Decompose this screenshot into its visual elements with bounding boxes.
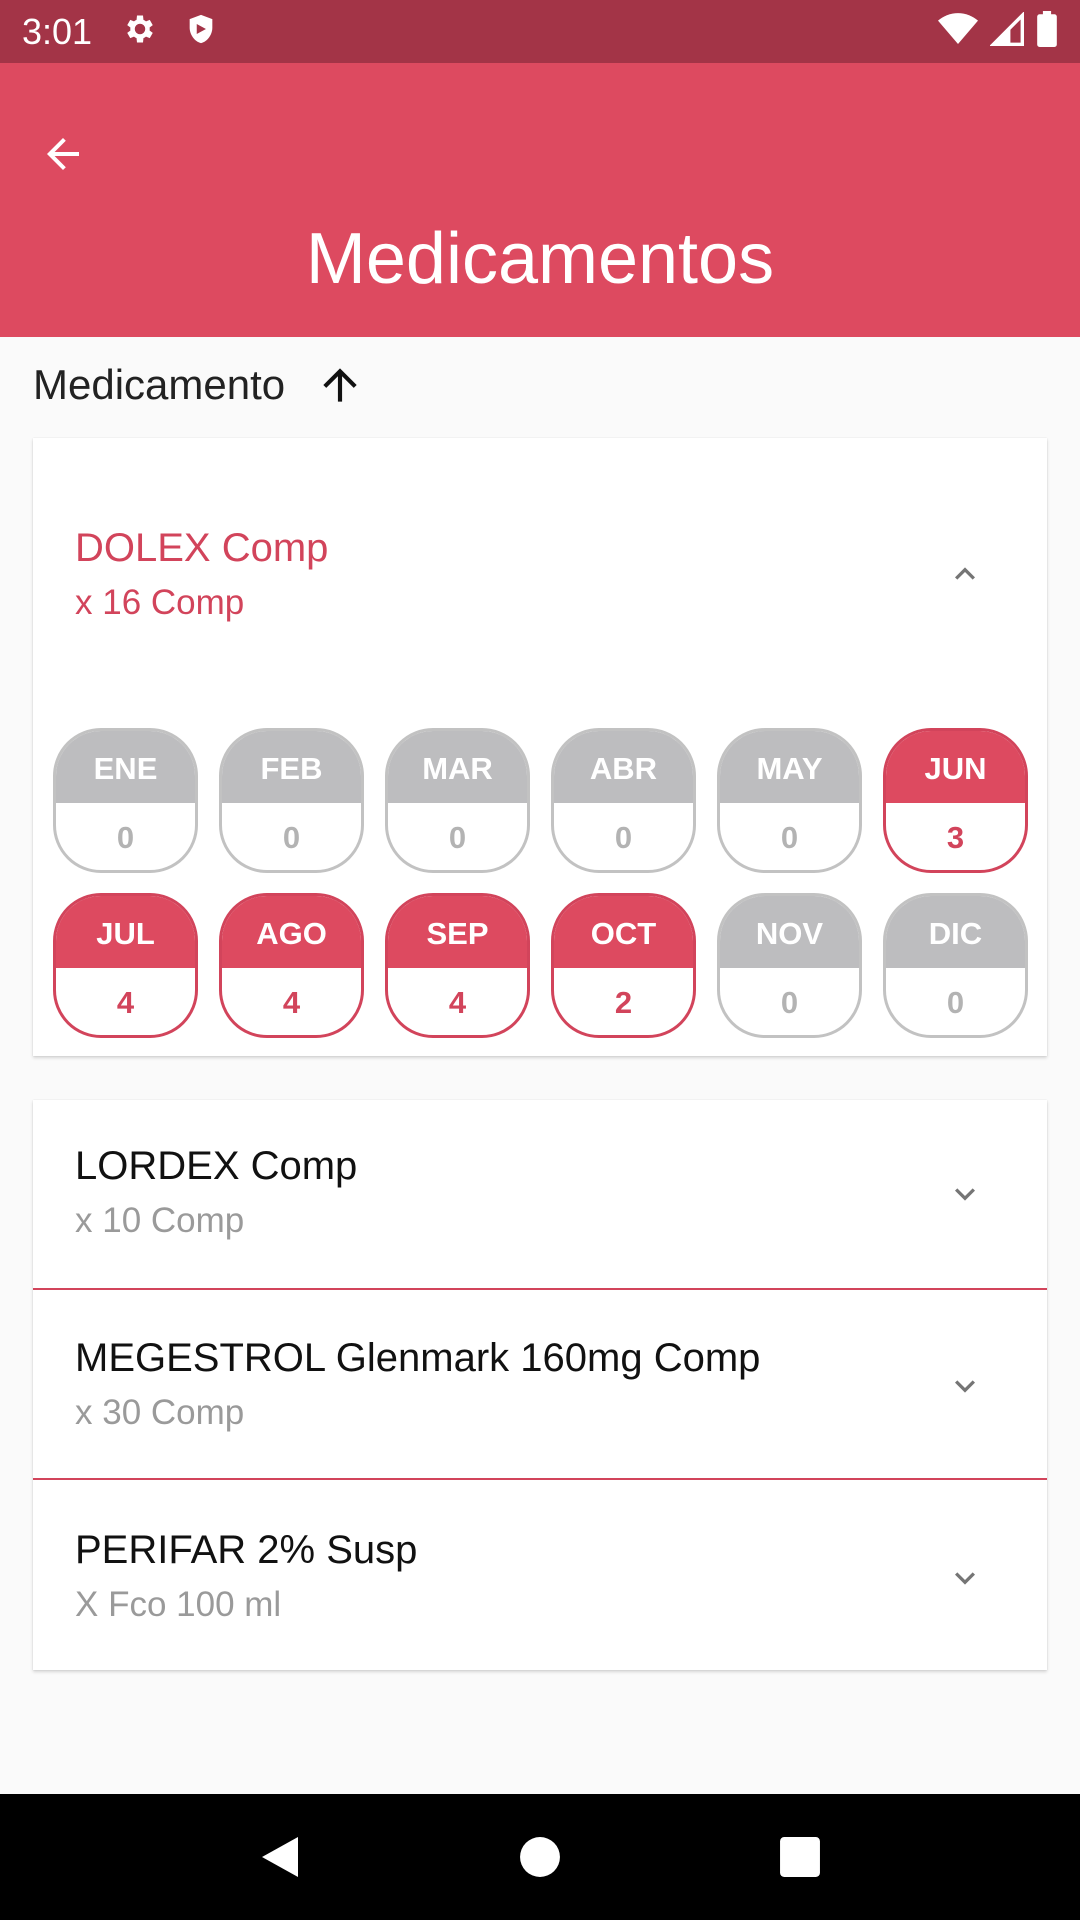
month-value: 0 [780, 985, 799, 1020]
nav-home-icon[interactable] [500, 1817, 580, 1897]
back-button[interactable] [30, 123, 96, 189]
month-jul: JUL 4 [53, 893, 198, 1038]
medication-name: MEGESTROL Glenmark 160mg Comp [75, 1336, 761, 1380]
shield-icon [184, 11, 218, 52]
chevron-up-icon[interactable] [943, 552, 987, 596]
wifi-icon [938, 12, 978, 51]
month-value: 0 [116, 820, 135, 855]
medication-name: LORDEX Comp [75, 1144, 358, 1188]
chevron-down-icon[interactable] [943, 1556, 987, 1600]
month-value: 4 [116, 985, 135, 1020]
chevron-down-icon[interactable] [943, 1172, 987, 1216]
month-value: 4 [448, 985, 467, 1020]
month-label: ENE [56, 731, 195, 803]
month-jun: JUN 3 [883, 728, 1028, 873]
month-label: SEP [388, 896, 527, 968]
month-value: 0 [448, 820, 467, 855]
medication-header: LORDEX Comp x 10 Comp [75, 1144, 987, 1241]
medication-header[interactable]: DOLEX Comp x 16 Comp [75, 526, 987, 623]
month-grid: ENE 0 FEB 0 MAR 0 ABR 0 MAY 0 JUN 3 JUL 4 AGO 4 … [53, 728, 1033, 1038]
app-bar: Medicamentos [0, 63, 1080, 337]
screen: 3:01 Medicamentos Medicamento DOLEX Comp… [0, 0, 1080, 1920]
medication-quantity: x 10 Comp [75, 1201, 245, 1240]
medication-row-perifar[interactable]: PERIFAR 2% Susp X Fco 100 ml [33, 1480, 1047, 1670]
month-feb: FEB 0 [219, 728, 364, 873]
nav-recents-icon[interactable] [760, 1817, 840, 1897]
status-right-icons [938, 11, 1058, 52]
month-label: AGO [222, 896, 361, 968]
month-label: JUL [56, 896, 195, 968]
month-value: 4 [282, 985, 301, 1020]
signal-icon [989, 11, 1024, 51]
month-abr: ABR 0 [551, 728, 696, 873]
month-value: 3 [946, 820, 965, 855]
month-label: OCT [554, 896, 693, 968]
navigation-bar [0, 1794, 1080, 1920]
medication-quantity: x 30 Comp [75, 1393, 245, 1432]
status-left-icons [122, 11, 218, 52]
arrow-left-icon [39, 130, 87, 183]
chevron-down-icon[interactable] [943, 1364, 987, 1408]
month-label: DIC [886, 896, 1025, 968]
month-sep: SEP 4 [385, 893, 530, 1038]
arrow-up-icon[interactable] [315, 360, 365, 410]
page-title: Medicamentos [305, 219, 775, 299]
month-dic: DIC 0 [883, 893, 1028, 1038]
month-ene: ENE 0 [53, 728, 198, 873]
month-value: 0 [614, 820, 633, 855]
status-bar: 3:01 [0, 0, 1080, 63]
month-label: NOV [720, 896, 859, 968]
medication-header: PERIFAR 2% Susp X Fco 100 ml [75, 1528, 987, 1625]
month-mar: MAR 0 [385, 728, 530, 873]
month-ago: AGO 4 [219, 893, 364, 1038]
month-may: MAY 0 [717, 728, 862, 873]
medication-quantity: x 16 Comp [75, 583, 245, 622]
month-label: FEB [222, 731, 361, 803]
sort-control[interactable]: Medicamento [33, 355, 365, 415]
month-label: MAY [720, 731, 859, 803]
medication-row-lordex[interactable]: LORDEX Comp x 10 Comp [33, 1100, 1047, 1290]
nav-back-icon[interactable] [240, 1817, 320, 1897]
sort-label: Medicamento [33, 361, 286, 408]
month-value: 0 [946, 985, 965, 1020]
medication-row-megestrol[interactable]: MEGESTROL Glenmark 160mg Comp x 30 Comp [33, 1290, 1047, 1480]
month-label: ABR [554, 731, 693, 803]
status-time: 3:01 [22, 10, 93, 52]
medication-header: MEGESTROL Glenmark 160mg Comp x 30 Comp [75, 1336, 987, 1433]
month-value: 2 [614, 985, 633, 1020]
month-value: 0 [282, 820, 301, 855]
medication-quantity: X Fco 100 ml [75, 1585, 282, 1624]
month-value: 0 [780, 820, 799, 855]
medication-name: DOLEX Comp [75, 526, 329, 570]
month-label: JUN [886, 731, 1025, 803]
month-label: MAR [388, 731, 527, 803]
medication-name: PERIFAR 2% Susp [75, 1528, 418, 1572]
month-oct: OCT 2 [551, 893, 696, 1038]
medication-card-expanded: DOLEX Comp x 16 Comp ENE 0 FEB 0 MAR 0 ABR 0… [33, 438, 1047, 1056]
medication-list-card: LORDEX Comp x 10 Comp MEGESTROL Glenmark… [33, 1100, 1047, 1670]
gear-icon [122, 11, 158, 52]
battery-icon [1036, 11, 1058, 52]
month-nov: NOV 0 [717, 893, 862, 1038]
